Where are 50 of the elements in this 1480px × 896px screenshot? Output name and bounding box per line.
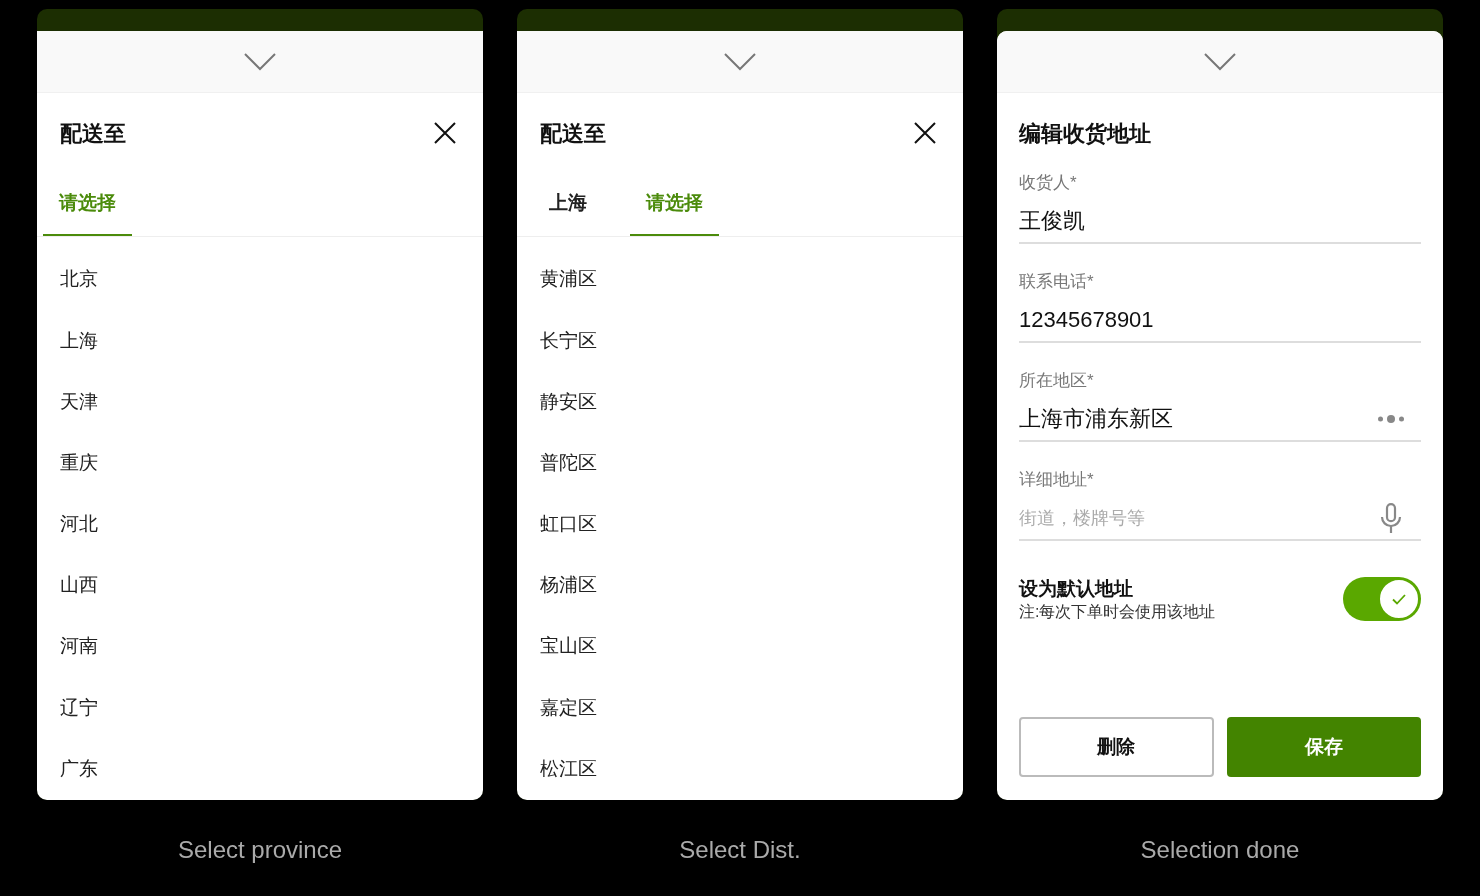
dots-icon[interactable] [1378, 414, 1404, 424]
text-field[interactable]: 街道，楼牌号等 [1019, 500, 1372, 536]
region-option[interactable]: 北京 [37, 249, 483, 311]
screen-caption: Select Dist. [679, 836, 801, 864]
region-option[interactable]: 重庆 [37, 432, 483, 494]
region-tab[interactable]: 上海 [523, 173, 612, 236]
save-button[interactable]: 保存 [1226, 717, 1421, 777]
close-icon [434, 122, 456, 144]
region-tab[interactable]: 请选择 [630, 173, 719, 236]
close-button[interactable] [434, 122, 456, 144]
region-option[interactable]: 天津 [37, 371, 483, 433]
chevron-down-icon[interactable] [1204, 52, 1236, 71]
region-option[interactable]: 普陀区 [517, 432, 963, 494]
region-option[interactable]: 河南 [37, 616, 483, 678]
text-field[interactable]: 王俊凯 [1019, 203, 1421, 239]
close-button[interactable] [914, 122, 936, 144]
region-option[interactable]: 宝山区 [517, 616, 963, 678]
default-address-toggle[interactable] [1343, 577, 1421, 621]
field-label: 收货人* [1019, 173, 1077, 193]
chevron-down-icon[interactable] [244, 52, 276, 71]
sheet-title: 配送至 [540, 119, 606, 148]
region-option[interactable]: 静安区 [517, 371, 963, 433]
region-option[interactable]: 山西 [37, 554, 483, 617]
region-option[interactable]: 上海 [37, 310, 483, 372]
chevron-down-icon[interactable] [724, 52, 756, 71]
check-icon [1392, 593, 1406, 605]
region-option[interactable]: 广东 [37, 738, 483, 800]
close-icon [914, 122, 936, 144]
microphone-icon[interactable] [1380, 503, 1402, 533]
delete-button[interactable]: 删除 [1019, 717, 1214, 777]
region-option[interactable]: 长宁区 [517, 310, 963, 372]
region-option[interactable]: 松江区 [517, 738, 963, 800]
text-field[interactable]: 12345678901 [1019, 302, 1421, 338]
region-option[interactable]: 辽宁 [37, 677, 483, 739]
field-label: 详细地址* [1019, 470, 1094, 490]
toggle-note: 注:每次下单时会使用该地址 [1019, 602, 1216, 622]
region-option[interactable]: 杨浦区 [517, 554, 963, 617]
region-option[interactable]: 虹口区 [517, 493, 963, 555]
region-tab[interactable]: 请选择 [43, 173, 132, 236]
field-label: 所在地区* [1019, 371, 1094, 391]
region-option[interactable]: 河北 [37, 493, 483, 555]
field-label: 联系电话* [1019, 272, 1094, 292]
screen-caption: Selection done [1140, 836, 1300, 864]
toggle-title: 设为默认地址 [1019, 577, 1134, 601]
region-option[interactable]: 嘉定区 [517, 677, 963, 739]
sheet-title: 编辑收货地址 [1019, 119, 1151, 148]
sheet-title: 配送至 [60, 119, 126, 148]
region-option[interactable]: 黄浦区 [517, 249, 963, 311]
region-select-field[interactable]: 上海市浦东新区 [1019, 401, 1370, 437]
screen-caption: Select province [177, 836, 343, 864]
